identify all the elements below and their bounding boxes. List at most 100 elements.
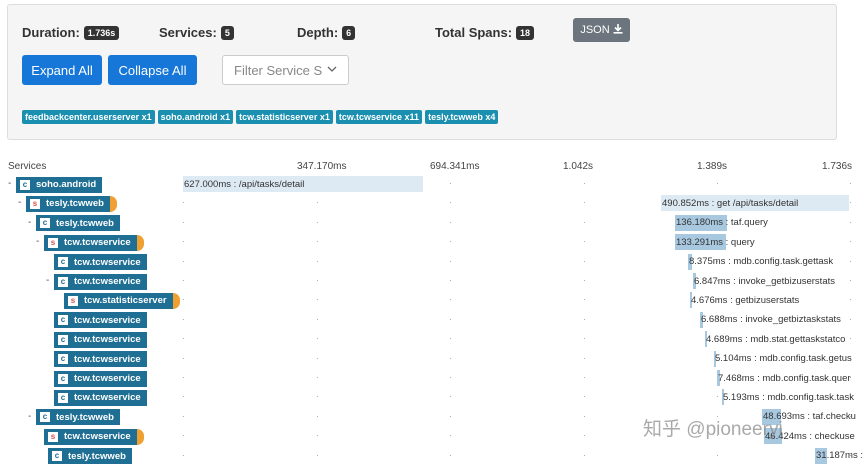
- timeline-gridline-dot: ·: [583, 217, 586, 227]
- collapse-toggle[interactable]: -: [8, 178, 11, 189]
- timeline-gridline-dot: ·: [316, 217, 319, 227]
- timeline-gridline-dot: ·: [316, 431, 319, 441]
- span-label: 136.180ms : taf.query: [676, 217, 768, 229]
- timeline-gridline-dot: ·: [583, 353, 586, 363]
- span-label: 627.000ms : /api/tasks/detail: [184, 178, 305, 190]
- timeline-gridline-dot: ·: [182, 353, 185, 363]
- span-bar[interactable]: 7.468ms : mdb.config.task.quer: [717, 370, 851, 386]
- service-name-chip[interactable]: c tesly.tcwweb: [36, 409, 120, 426]
- span-bar[interactable]: 4.689ms : mdb.stat.gettaskstatco: [705, 331, 845, 348]
- span-bar[interactable]: 6.688ms : invoke_getbiztaskstats: [700, 311, 841, 328]
- span-bar[interactable]: 4.676ms : getbizuserstats: [690, 292, 799, 309]
- span-row[interactable]: c tcw.tcwservice: [54, 331, 147, 348]
- error-marker: [136, 234, 144, 251]
- collapse-toggle[interactable]: -: [46, 275, 49, 286]
- service-name-chip[interactable]: c tcw.tcwservice: [54, 370, 147, 387]
- span-label: 31.187ms :: [816, 450, 863, 462]
- timeline-gridline-dot: ·: [316, 256, 319, 266]
- span-label: 6.847ms : invoke_getbizuserstats: [694, 275, 835, 287]
- span-row[interactable]: c tesly.tcwweb: [36, 215, 120, 232]
- client-span-icon: c: [57, 391, 69, 404]
- depth-label: Depth:: [297, 25, 339, 40]
- span-row[interactable]: c tcw.tcwservice: [54, 273, 147, 290]
- span-row[interactable]: c tcw.tcwservice: [54, 312, 147, 329]
- service-tag[interactable]: feedbackcenter.userserver x1: [22, 110, 155, 124]
- collapse-toggle[interactable]: -: [18, 197, 21, 208]
- span-bar[interactable]: 5.104ms : mdb.config.task.getus: [714, 350, 852, 367]
- span-bar[interactable]: 133.291ms : query: [675, 234, 755, 251]
- span-row[interactable]: c tcw.tcwservice: [54, 389, 147, 406]
- timeline-gridline-dot: ·: [182, 411, 185, 421]
- span-row[interactable]: c tcw.tcwservice: [54, 351, 147, 368]
- span-bar[interactable]: 490.852ms : get /api/tasks/detail: [661, 195, 849, 212]
- span-row[interactable]: c soho.android: [16, 176, 103, 193]
- collapse-toggle[interactable]: -: [36, 236, 39, 247]
- service-name-chip[interactable]: s tcw.statisticserver: [64, 292, 173, 309]
- timeline-gridline-dot: ·: [583, 450, 586, 460]
- client-span-icon: c: [39, 411, 51, 424]
- service-tag[interactable]: soho.android x1: [157, 110, 234, 124]
- service-tag[interactable]: tcw.tcwservice x11: [335, 110, 423, 124]
- span-row[interactable]: c tesly.tcwweb: [36, 409, 120, 426]
- service-name: tcw.tcwservice: [74, 256, 141, 268]
- collapse-all-button[interactable]: Collapse All: [108, 55, 197, 85]
- timeline-gridline-dot: ·: [182, 431, 185, 441]
- collapse-toggle[interactable]: -: [28, 411, 31, 422]
- service-name: tcw.tcwservice: [74, 276, 141, 287]
- timeline-gridline-dot: ·: [316, 450, 319, 460]
- span-bar[interactable]: 136.180ms : taf.query: [675, 214, 768, 231]
- timeline-gridline-dot: ·: [849, 217, 852, 227]
- span-row[interactable]: s tcw.statisticserver: [64, 292, 180, 309]
- span-row[interactable]: c tesly.tcwweb: [48, 448, 132, 465]
- service-name-chip[interactable]: c tcw.tcwservice: [54, 273, 147, 290]
- timeline-gridline-dot: ·: [849, 334, 852, 344]
- error-marker: [109, 195, 117, 212]
- timeline-gridline-dot: ·: [849, 314, 852, 324]
- span-row[interactable]: c tcw.tcwservice: [54, 254, 147, 271]
- service-name-chip[interactable]: s tcw.tcwservice: [44, 234, 137, 251]
- timeline-gridline-dot: ·: [182, 256, 185, 266]
- timeline-gridline-dot: ·: [849, 295, 852, 305]
- service-tag-list: feedbackcenter.userserver x1 soho.androi…: [22, 110, 499, 124]
- service-name: tcw.tcwservice: [74, 334, 141, 346]
- service-filter-select[interactable]: Filter Service S: [222, 55, 349, 85]
- service-name-chip[interactable]: c tcw.tcwservice: [54, 389, 147, 406]
- service-name-chip[interactable]: c tcw.tcwservice: [54, 331, 147, 348]
- timeline-gridline-dot: ·: [182, 450, 185, 460]
- service-name-chip[interactable]: c tcw.tcwservice: [54, 351, 147, 368]
- timeline-gridline-dot: ·: [316, 276, 319, 285]
- span-label: 8.375ms : mdb.config.task.gettask: [689, 256, 834, 268]
- span-row[interactable]: s tcw.tcwservice: [44, 234, 144, 251]
- span-label: 133.291ms : query: [676, 236, 755, 248]
- timeline-gridline-dot: ·: [449, 295, 452, 305]
- span-bar[interactable]: 8.375ms : mdb.config.task.gettask: [688, 253, 834, 270]
- service-name-chip[interactable]: c tesly.tcwweb: [36, 215, 120, 232]
- timeline-gridline-dot: ·: [449, 256, 452, 266]
- service-name: tcw.tcwservice: [74, 392, 141, 404]
- timeline-gridline-dot: ·: [316, 237, 319, 247]
- timeline-gridline-dot: ·: [583, 198, 586, 208]
- service-name-chip[interactable]: c soho.android: [16, 176, 103, 193]
- timeline-gridline-dot: ·: [849, 179, 852, 188]
- service-name-chip[interactable]: c tcw.tcwservice: [54, 254, 147, 271]
- expand-all-button[interactable]: Expand All: [22, 55, 102, 85]
- span-bar[interactable]: 5.193ms : mdb.config.task.task: [722, 389, 854, 406]
- service-tag[interactable]: tesly.tcwweb x4: [425, 110, 499, 124]
- span-row[interactable]: s tesly.tcwweb: [26, 195, 117, 212]
- service-name-chip[interactable]: s tesly.tcwweb: [26, 195, 110, 212]
- span-bar[interactable]: 6.847ms : invoke_getbizuserstats: [693, 273, 835, 289]
- service-name-chip[interactable]: s tcw.tcwservice: [44, 428, 137, 445]
- json-download-button[interactable]: JSON: [573, 18, 630, 42]
- span-bar[interactable]: 627.000ms : /api/tasks/detail: [183, 176, 423, 192]
- client-span-icon: c: [57, 275, 69, 288]
- span-label: 5.193ms : mdb.config.task.task: [723, 391, 854, 403]
- collapse-toggle[interactable]: -: [28, 217, 31, 228]
- span-row[interactable]: c tcw.tcwservice: [54, 370, 147, 387]
- span-row[interactable]: s tcw.tcwservice: [44, 428, 144, 445]
- span-bar[interactable]: 31.187ms :: [815, 447, 863, 464]
- timeline-gridline-dot: ·: [716, 450, 719, 460]
- service-tag[interactable]: tcw.statisticserver x1: [236, 110, 333, 124]
- service-name-chip[interactable]: c tesly.tcwweb: [48, 448, 132, 465]
- duration-label: Duration:: [22, 25, 80, 40]
- service-name-chip[interactable]: c tcw.tcwservice: [54, 312, 147, 329]
